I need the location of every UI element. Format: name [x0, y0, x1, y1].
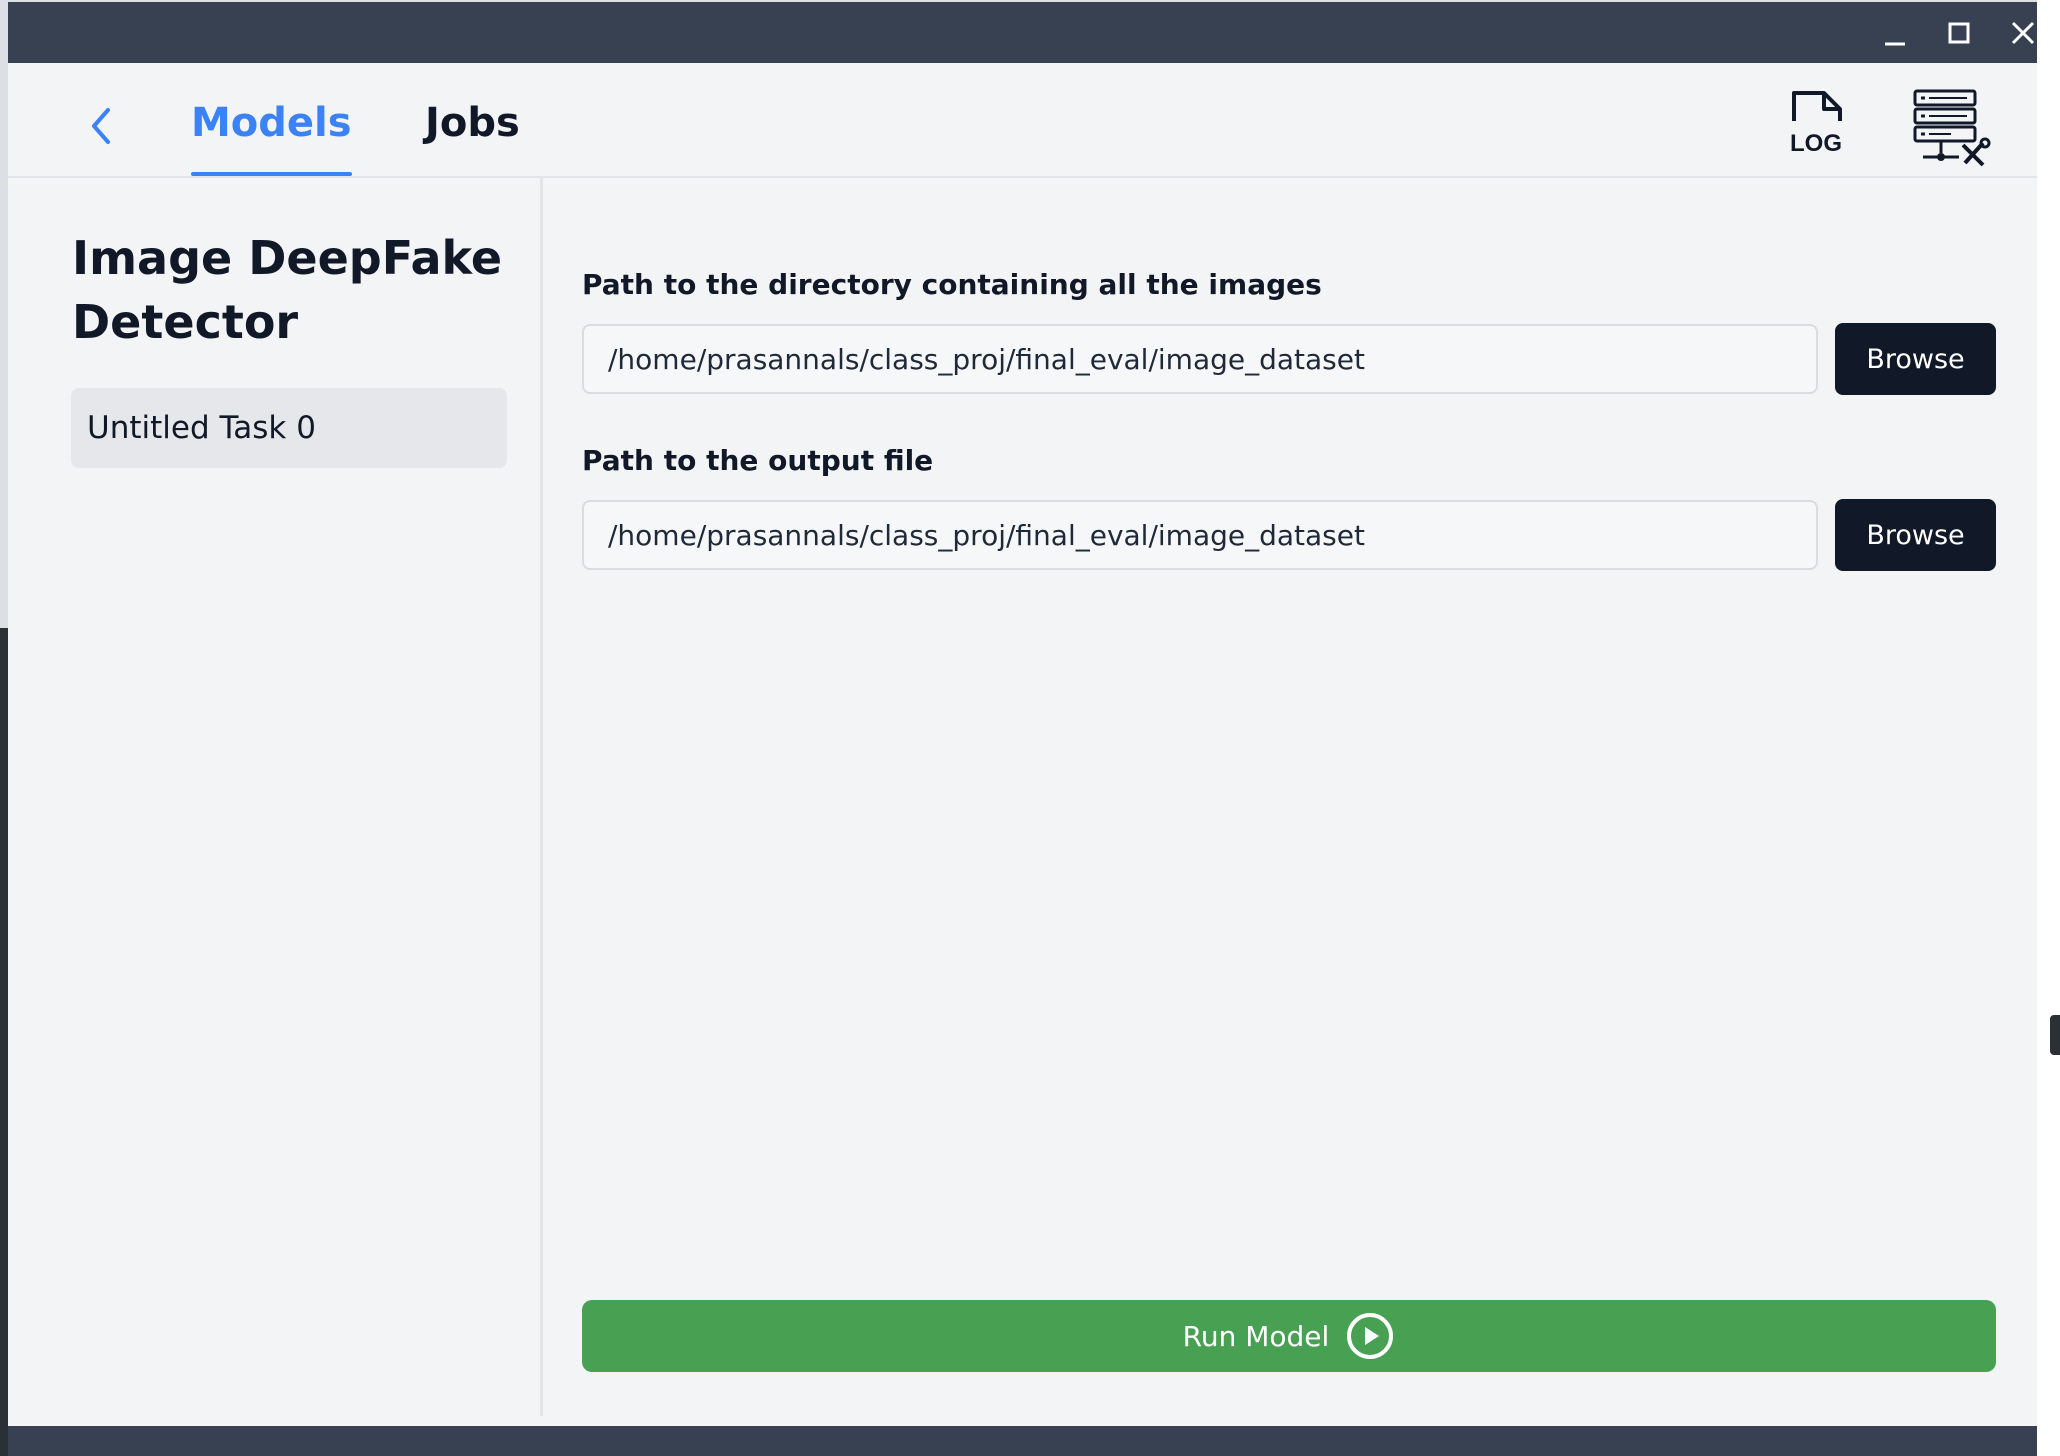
run-model-label: Run Model	[1182, 1319, 1330, 1353]
task-item-label: Untitled Task 0	[87, 410, 316, 446]
title-bar	[8, 2, 2037, 63]
run-model-button[interactable]: Run Model	[582, 1300, 1996, 1372]
close-icon	[2011, 21, 2035, 45]
play-circle-icon	[1347, 1313, 1394, 1359]
close-button[interactable]	[1999, 12, 2037, 56]
back-button[interactable]	[78, 101, 128, 151]
output-file-label: Path to the output file	[582, 444, 934, 477]
output-file-browse-button[interactable]: Browse	[1835, 499, 1996, 571]
log-icon-text: LOG	[1790, 130, 1842, 157]
output-file-input[interactable]	[582, 500, 1818, 570]
minimize-button[interactable]	[1871, 12, 1919, 56]
tab-models[interactable]: Models	[191, 93, 352, 176]
desktop-background-right	[2037, 0, 2060, 1456]
server-settings-button[interactable]	[1911, 87, 1991, 167]
images-dir-label: Path to the directory containing all the…	[582, 268, 1322, 301]
desktop-edge-handle	[2050, 1015, 2060, 1055]
images-dir-browse-button[interactable]: Browse	[1835, 323, 1996, 395]
task-item[interactable]: Untitled Task 0	[71, 388, 507, 468]
minimize-icon	[1885, 42, 1905, 46]
chevron-left-icon	[92, 108, 110, 144]
log-file-icon: LOG	[1790, 91, 1842, 157]
tab-jobs[interactable]: Jobs	[425, 93, 520, 173]
desktop-background	[0, 628, 8, 1456]
images-dir-input[interactable]	[582, 324, 1818, 394]
top-navigation: Models Jobs LOG	[8, 63, 2037, 178]
model-title: Image DeepFake Detector	[72, 231, 503, 349]
maximize-icon	[1948, 22, 1970, 44]
task-form: Path to the directory containing all the…	[544, 176, 2037, 1416]
maximize-button[interactable]	[1935, 12, 1983, 56]
app-window: Models Jobs LOG Image DeepFake Detector …	[8, 2, 2037, 1456]
server-settings-icon	[1913, 89, 1991, 167]
model-sidebar: Image DeepFake Detector Untitled Task 0	[8, 176, 543, 1416]
status-bar	[8, 1426, 2037, 1456]
log-button[interactable]: LOG	[1786, 89, 1846, 161]
